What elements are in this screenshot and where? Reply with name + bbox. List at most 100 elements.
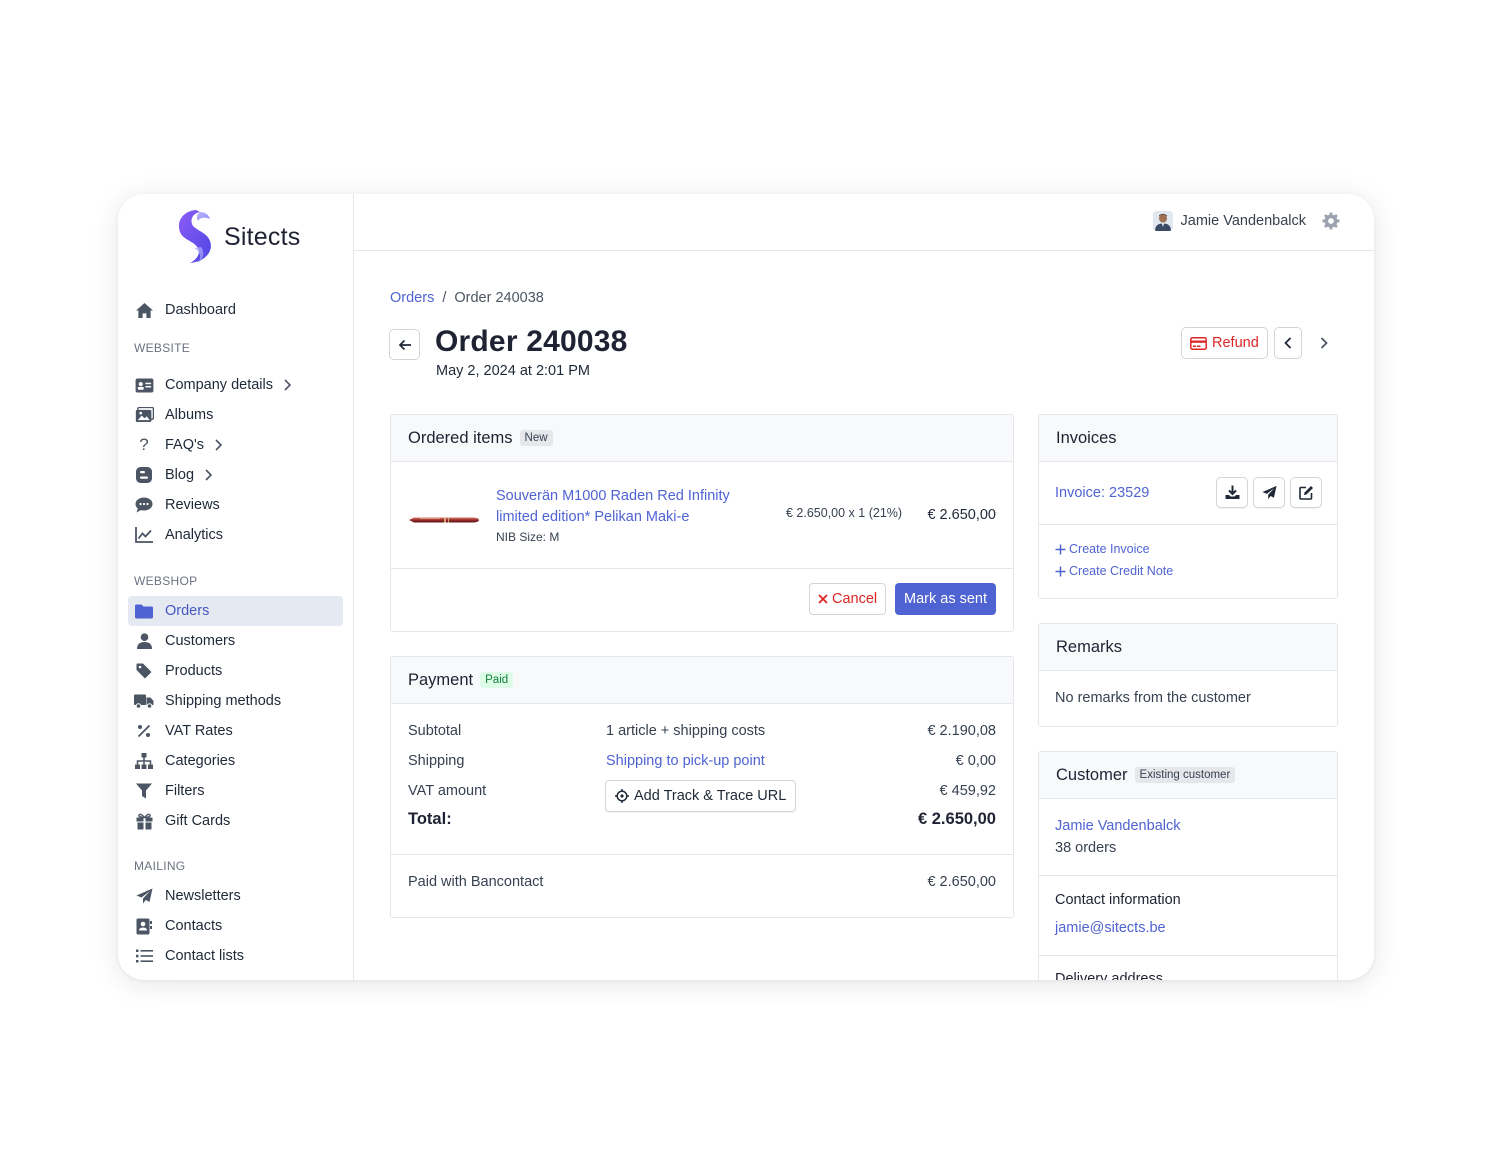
sidebar-item-reviews[interactable]: Reviews — [128, 490, 343, 520]
credit-card-icon — [1190, 336, 1207, 350]
paid-with-label: Paid with Bancontact — [408, 874, 544, 890]
sidebar-item-contact-lists[interactable]: Contact lists — [128, 941, 343, 971]
sidebar-item-label: Contacts — [165, 918, 223, 934]
list-item: Souverän M1000 Raden Red Infinity limite… — [391, 463, 1013, 569]
sidebar-item-filters[interactable]: Filters — [128, 776, 343, 806]
card-header: Remarks — [1039, 624, 1337, 671]
chart-line-icon — [134, 525, 154, 545]
sidebar-item-products[interactable]: Products — [128, 656, 343, 686]
card-title: Ordered items — [408, 428, 513, 447]
sidebar-item-newsletters[interactable]: Newsletters — [128, 881, 343, 911]
divider — [391, 854, 1013, 855]
plus-icon — [1055, 544, 1066, 554]
card-title: Remarks — [1056, 637, 1123, 656]
sidebar-item-label: Newsletters — [165, 888, 241, 904]
app-window: Sitects Dashboard WEBSITE Company detail… — [118, 194, 1374, 980]
card-title: Customer — [1056, 765, 1128, 784]
chevron-right-icon — [1320, 337, 1328, 349]
sidebar-item-analytics[interactable]: Analytics — [128, 520, 343, 550]
sidebar-item-label: Dashboard — [165, 302, 236, 318]
subtotal-label: Subtotal — [408, 723, 462, 739]
sidebar-item-gift-cards[interactable]: Gift Cards — [128, 806, 343, 836]
breadcrumb-current: Order 240038 — [454, 290, 544, 306]
subtotal-value: € 2.190,08 — [927, 723, 996, 739]
send-invoice-button[interactable] — [1253, 477, 1285, 508]
customer-name-link[interactable]: Jamie Vandenbalck — [1055, 818, 1180, 834]
gear-icon[interactable] — [1322, 212, 1340, 233]
previous-order-button[interactable] — [1274, 327, 1302, 359]
shipping-method-link[interactable]: Shipping to pick-up point — [606, 753, 765, 769]
close-icon — [818, 594, 828, 604]
unit-price: € 2.650,00 x 1 (21%) — [786, 506, 903, 520]
sidebar-item-dashboard[interactable]: Dashboard — [128, 295, 343, 325]
sidebar-item-albums[interactable]: Albums — [128, 400, 343, 430]
filter-icon — [134, 781, 154, 801]
user-name: Jamie Vandenbalck — [1180, 213, 1306, 229]
create-invoice-link[interactable]: Create Invoice — [1055, 542, 1150, 556]
logo[interactable]: Sitects — [174, 208, 300, 266]
breadcrumb-orders-link[interactable]: Orders — [390, 290, 434, 306]
breadcrumb: Orders / Order 240038 — [390, 290, 544, 306]
section-title-webshop: WEBSHOP — [134, 574, 198, 588]
chevron-right-icon — [283, 379, 291, 391]
create-invoice-label: Create Invoice — [1069, 542, 1150, 556]
edit-invoice-button[interactable] — [1290, 477, 1322, 508]
folder-icon — [134, 601, 154, 621]
sidebar-item-faqs[interactable]: ? FAQ's — [128, 430, 343, 460]
sidebar-item-orders[interactable]: Orders — [128, 596, 343, 626]
invoice-link[interactable]: Invoice: 23529 — [1055, 485, 1149, 501]
paid-amount: € 2.650,00 — [927, 874, 996, 890]
sidebar-item-vat-rates[interactable]: VAT Rates — [128, 716, 343, 746]
vat-value: € 459,92 — [939, 783, 996, 799]
address-book-icon — [134, 916, 154, 936]
download-invoice-button[interactable] — [1216, 477, 1248, 508]
contact-information-title: Contact information — [1055, 892, 1181, 908]
refund-button[interactable]: Refund — [1181, 327, 1268, 359]
add-track-trace-button[interactable]: Add Track & Trace URL — [605, 780, 797, 812]
shipping-label: Shipping — [408, 753, 465, 769]
percent-icon — [134, 721, 154, 741]
brand-name: Sitects — [224, 222, 301, 251]
sidebar-item-label: FAQ's — [165, 437, 205, 453]
invoices-card: Invoices Invoice: 23529 Create Invoice C… — [1038, 414, 1338, 599]
card-header: Ordered items New — [391, 415, 1013, 462]
plus-icon — [1055, 566, 1066, 576]
paper-plane-icon — [1261, 485, 1277, 500]
back-button[interactable] — [389, 329, 420, 360]
user-menu[interactable]: Jamie Vandenbalck — [1152, 211, 1306, 231]
card-header: Customer Existing customer — [1039, 752, 1337, 799]
sidebar-item-categories[interactable]: Categories — [128, 746, 343, 776]
status-badge: New — [519, 430, 553, 446]
create-credit-note-link[interactable]: Create Credit Note — [1055, 564, 1173, 578]
sidebar-item-shipping-methods[interactable]: Shipping methods — [128, 686, 343, 716]
sidebar-item-label: Orders — [165, 603, 210, 619]
product-link[interactable]: Souverän M1000 Raden Red Infinity limite… — [496, 486, 746, 528]
main-content: Jamie Vandenbalck Orders / Order 240038 … — [354, 194, 1374, 980]
question-icon: ? — [139, 435, 149, 454]
line-total: € 2.650,00 — [927, 507, 996, 523]
sidebar-item-blog[interactable]: Blog — [128, 460, 343, 490]
next-order-button[interactable] — [1310, 327, 1338, 359]
topbar: Jamie Vandenbalck — [354, 194, 1374, 251]
sidebar-item-label: VAT Rates — [165, 723, 233, 739]
sidebar-nav: Dashboard WEBSITE Company details Albums… — [128, 295, 343, 971]
order-date: May 2, 2024 at 2:01 PM — [436, 363, 590, 379]
mark-as-sent-button[interactable]: Mark as sent — [895, 583, 996, 615]
refund-label: Refund — [1212, 335, 1259, 351]
card-title: Invoices — [1056, 428, 1117, 447]
sidebar-item-label: Gift Cards — [165, 813, 231, 829]
remarks-text: No remarks from the customer — [1055, 690, 1251, 706]
cancel-button[interactable]: Cancel — [809, 583, 887, 615]
chevron-right-icon — [214, 439, 223, 451]
shipping-value: € 0,00 — [955, 753, 996, 769]
status-badge: Existing customer — [1134, 767, 1236, 783]
sidebar-item-customers[interactable]: Customers — [128, 626, 343, 656]
customer-email-link[interactable]: jamie@sitects.be — [1055, 920, 1166, 936]
tag-icon — [134, 661, 154, 681]
sidebar-item-label: Shipping methods — [165, 693, 282, 709]
home-icon — [134, 300, 154, 320]
section-title-website: WEBSITE — [134, 341, 191, 355]
sidebar-item-contacts[interactable]: Contacts — [128, 911, 343, 941]
remarks-card: Remarks No remarks from the customer — [1038, 623, 1338, 727]
sidebar-item-company-details[interactable]: Company details — [128, 370, 343, 400]
